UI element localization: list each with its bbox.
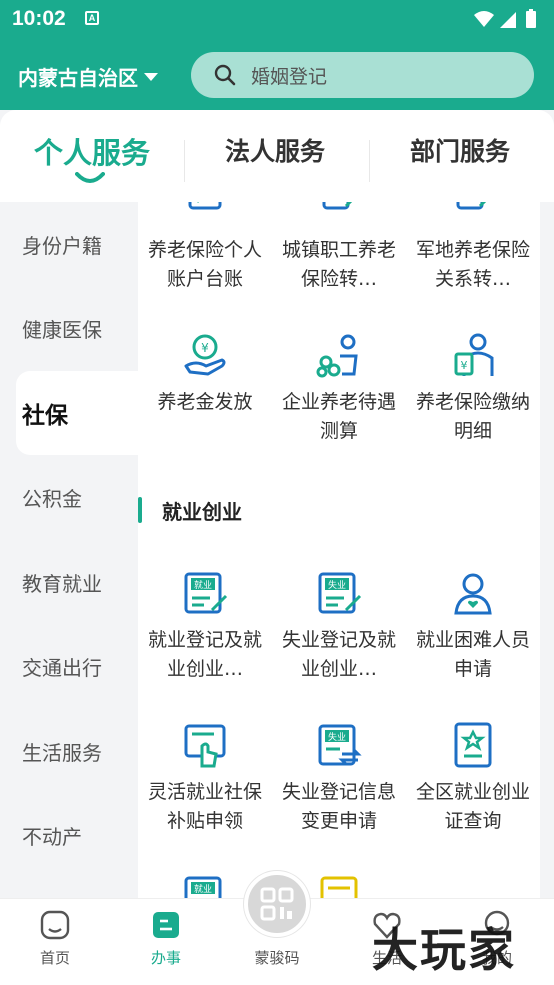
category-sidebar: 身份户籍 健康医保 社保 公积金 教育就业 交通出行 生活服务 不动产: [0, 202, 138, 898]
app-header: 10:02 A 内蒙古自治区 婚姻登记: [0, 0, 554, 110]
region-label: 内蒙古自治区: [18, 66, 138, 90]
pension-detail-icon: ¥: [454, 333, 494, 376]
service-label: 灵活就业社保补贴申领: [147, 781, 262, 832]
service-unemployment-register[interactable]: 失业 失业登记及就业创业…: [272, 570, 406, 684]
service-unemployment-change[interactable]: 失业 失业登记信息变更申请: [272, 722, 406, 836]
sidebar-item-education-employment[interactable]: 教育就业: [0, 540, 138, 624]
svg-text:¥: ¥: [461, 359, 468, 372]
hardship-person-icon: [454, 573, 492, 615]
pension-transfer-icon: [322, 202, 353, 210]
employment-register-icon: 就业: [184, 572, 228, 614]
service-certificate-query[interactable]: 全区就业创业证查询: [406, 722, 540, 836]
qr-code-icon: [260, 887, 294, 921]
military-pension-icon: [456, 202, 487, 210]
sidebar-item-transport[interactable]: 交通出行: [0, 624, 138, 708]
battery-icon: [526, 11, 536, 28]
pension-payout-icon: ¥: [184, 334, 226, 376]
service-pension-ledger[interactable]: 养老保险个人账户台账: [138, 202, 272, 294]
svg-text:¥: ¥: [201, 341, 209, 355]
section-title: 就业创业: [162, 499, 242, 524]
nav-home[interactable]: 首页: [10, 909, 100, 968]
pension-calc-icon: [316, 334, 358, 378]
flexible-subsidy-icon: [184, 724, 226, 768]
caret-down-icon: [144, 72, 158, 81]
qr-code-button[interactable]: [244, 871, 310, 937]
watermark-text: 大玩家: [372, 923, 516, 977]
status-time: 10:02: [12, 7, 66, 30]
service-pension-calc[interactable]: 企业养老待遇测算: [272, 332, 406, 446]
service-hardship-person[interactable]: 就业困难人员申请: [406, 570, 540, 684]
signal-icon: [500, 12, 516, 28]
tab-department-service[interactable]: 部门服务: [410, 132, 510, 168]
tab-divider: [369, 140, 370, 182]
tab-personal-service[interactable]: 个人服务: [34, 130, 150, 172]
region-selector[interactable]: 内蒙古自治区: [18, 62, 158, 91]
service-pension-transfer[interactable]: 城镇职工养老保险转…: [272, 202, 406, 294]
status-icons: [474, 9, 536, 28]
service-label: 就业困难人员申请: [415, 629, 530, 680]
home-icon: [40, 910, 70, 940]
certificate-query-icon: [454, 722, 492, 768]
service-label: 军地养老保险关系转…: [415, 239, 530, 290]
notification-icon: A: [85, 11, 99, 25]
service-label: 企业养老待遇测算: [281, 391, 396, 442]
sidebar-item-life-service[interactable]: 生活服务: [0, 709, 138, 793]
employment-register-icon: 就业: [184, 876, 222, 898]
service-label: 城镇职工养老保险转…: [281, 239, 396, 290]
icon-tag: 就业: [194, 579, 212, 591]
service-label: 全区就业创业证查询: [415, 781, 530, 832]
unemployment-register-icon: 失业: [318, 572, 362, 614]
status-bar: 10:02 A: [0, 0, 554, 40]
service-label: 养老保险缴纳明细: [415, 391, 530, 442]
nav-label: 办事: [150, 949, 181, 967]
tab-legal-entity-service[interactable]: 法人服务: [225, 132, 325, 168]
tasks-icon: [153, 912, 179, 938]
sidebar-item-health-insurance[interactable]: 健康医保: [0, 286, 138, 370]
search-icon: [214, 64, 236, 86]
service-pension-detail[interactable]: ¥ 养老保险缴纳明细: [406, 332, 540, 446]
service-grid-panel: 养老保险个人账户台账 城镇职工养老保险转… 军地养老保险关系转… ¥ 养老金发放: [138, 202, 540, 898]
search-input[interactable]: 婚姻登记: [191, 52, 534, 98]
sidebar-item-housing-fund[interactable]: 公积金: [0, 455, 138, 539]
search-placeholder: 婚姻登记: [251, 65, 328, 88]
nav-label-qr: 蒙骏码: [254, 949, 300, 967]
service-tabs: 个人服务 法人服务 部门服务: [0, 110, 554, 202]
service-flexible-subsidy[interactable]: 灵活就业社保补贴申领: [138, 722, 272, 836]
sidebar-item-social-security[interactable]: 社保: [16, 371, 138, 455]
sidebar-item-real-estate[interactable]: 不动产: [0, 793, 138, 877]
unemployment-change-icon: 失业: [318, 724, 362, 766]
service-label: 失业登记信息变更申请: [281, 781, 396, 832]
wifi-icon: [474, 11, 494, 27]
section-header-employment: 就业创业: [138, 496, 242, 524]
service-employment-register[interactable]: 就业 就业登记及就业创业…: [138, 570, 272, 684]
service-label: 养老金发放: [157, 391, 253, 413]
nav-label: 首页: [39, 949, 70, 967]
icon-tag: 失业: [328, 579, 346, 591]
pension-ledger-icon: [188, 202, 222, 210]
nav-tasks[interactable]: 办事: [121, 909, 211, 968]
service-label: 失业登记及就业创业…: [281, 629, 396, 680]
service-label: 养老保险个人账户台账: [147, 239, 262, 290]
service-pension-payout[interactable]: ¥ 养老金发放: [138, 332, 272, 446]
icon-tag: 失业: [328, 731, 346, 743]
icon-tag: 就业: [194, 883, 212, 895]
section-accent-bar: [138, 497, 142, 523]
service-label: 就业登记及就业创业…: [147, 629, 262, 680]
tab-divider: [184, 140, 185, 182]
sidebar-item-identity[interactable]: 身份户籍: [0, 202, 138, 286]
active-tab-indicator: [75, 172, 105, 183]
document-icon: [320, 876, 358, 898]
service-military-pension[interactable]: 军地养老保险关系转…: [406, 202, 540, 294]
